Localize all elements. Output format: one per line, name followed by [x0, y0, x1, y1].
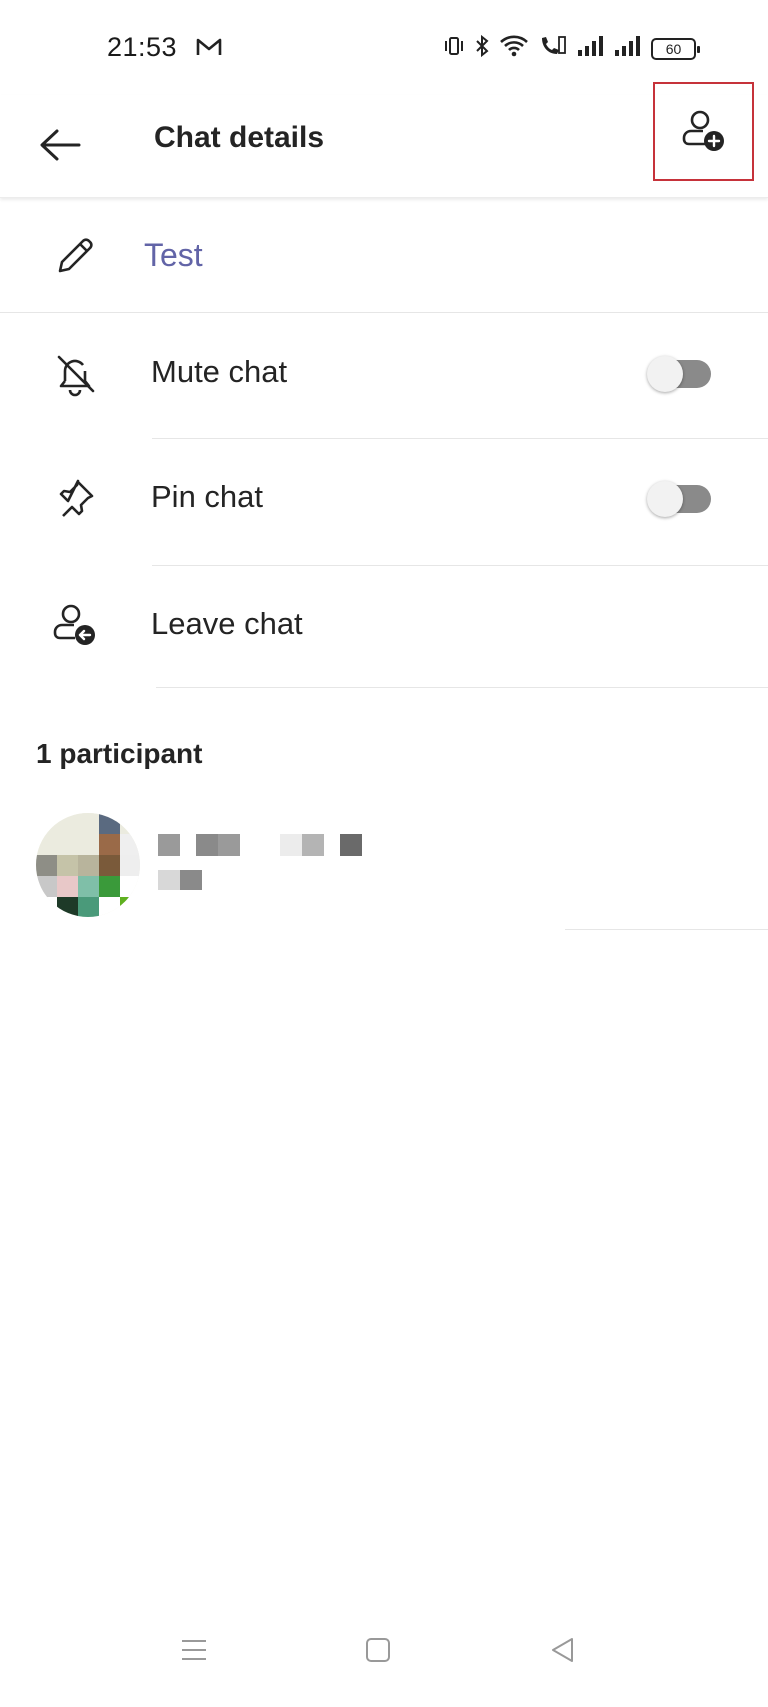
status-time: 21:53 — [107, 32, 178, 62]
pin-chat-toggle[interactable] — [647, 481, 711, 517]
pin-chat-row[interactable]: Pin chat — [0, 438, 768, 564]
signal-icon — [614, 35, 642, 62]
menu-icon — [182, 1640, 206, 1660]
bluetooth-icon — [474, 34, 490, 63]
mute-chat-label: Mute chat — [151, 354, 288, 389]
add-people-button[interactable] — [653, 82, 754, 181]
gmail-icon — [196, 37, 222, 62]
status-bar: 21:53 60 — [0, 0, 768, 95]
participant-status-redacted — [158, 870, 202, 890]
page-title: Chat details — [154, 121, 325, 154]
vibrate-icon — [443, 35, 465, 62]
participant-name-redacted — [158, 834, 362, 856]
toggle-knob — [647, 481, 683, 517]
chat-name: Test — [144, 237, 203, 273]
avatar — [36, 813, 140, 917]
pin-chat-label: Pin chat — [151, 479, 264, 514]
leave-chat-label: Leave chat — [151, 606, 303, 641]
system-nav-bar — [0, 1620, 768, 1700]
home-button[interactable] — [348, 1620, 408, 1680]
bell-off-icon — [50, 349, 100, 399]
participant-row[interactable] — [0, 808, 768, 930]
pencil-icon — [50, 231, 100, 281]
person-leave-icon — [50, 601, 100, 651]
leave-chat-row[interactable]: Leave chat — [0, 565, 768, 687]
status-icons: 60 — [443, 34, 700, 63]
back-triangle-icon — [552, 1638, 573, 1662]
back-nav-button[interactable] — [532, 1620, 592, 1680]
chat-name-row[interactable]: Test — [0, 200, 768, 313]
divider — [565, 929, 768, 930]
pin-icon — [50, 474, 100, 524]
battery-icon: 60 — [651, 37, 700, 60]
arrow-left-icon — [40, 129, 81, 161]
mute-chat-row[interactable]: Mute chat — [0, 313, 768, 437]
wifi-calling-icon — [538, 34, 568, 63]
signal-icon — [577, 35, 605, 62]
wifi-icon — [499, 34, 529, 63]
person-add-icon — [682, 110, 724, 151]
divider — [156, 687, 768, 688]
app-bar: Chat details — [0, 82, 768, 198]
toggle-knob — [647, 356, 683, 392]
participants-header: 1 participant — [36, 738, 203, 769]
mute-chat-toggle[interactable] — [647, 356, 711, 392]
menu-button[interactable] — [164, 1620, 224, 1680]
back-button[interactable] — [30, 117, 90, 173]
battery-level: 60 — [665, 40, 682, 57]
home-icon — [366, 1638, 390, 1662]
